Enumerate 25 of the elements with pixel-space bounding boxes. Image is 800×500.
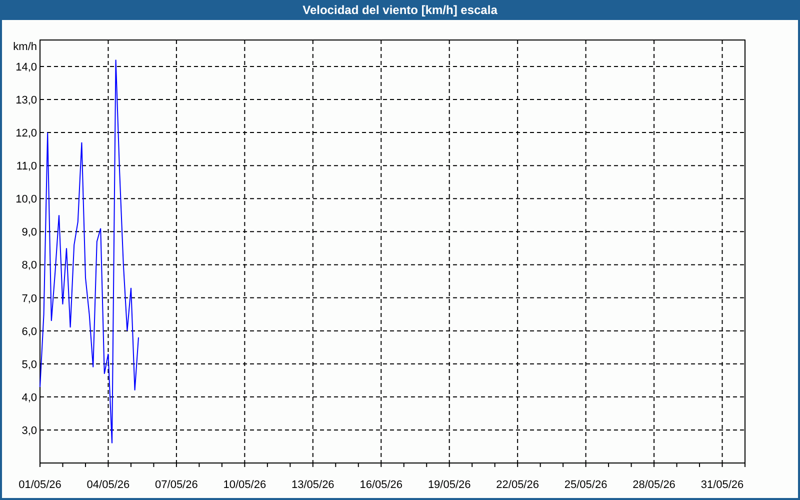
x-tick-label: 31/05/26 (700, 479, 744, 491)
y-tick-label: 9,0 (22, 226, 37, 239)
x-tick-label: 19/05/26 (428, 479, 471, 491)
x-tick-label: 16/05/26 (360, 479, 403, 491)
x-tick-label: 13/05/26 (292, 479, 334, 491)
y-tick-label: 3,0 (22, 424, 37, 437)
y-tick-label: 12,0 (16, 128, 37, 140)
x-tick-label: 28/05/26 (632, 479, 676, 491)
y-tick-label: 11,0 (16, 160, 37, 173)
y-tick-label: 13,0 (16, 94, 37, 106)
y-axis-label: km/h (13, 41, 37, 53)
x-tick-label: 04/05/26 (86, 479, 130, 491)
y-tick-label: 7,0 (22, 292, 37, 305)
y-tick-label: 10,0 (16, 194, 37, 206)
y-tick-label: 6,0 (22, 326, 37, 338)
y-tick-label: 8,0 (22, 260, 37, 272)
x-tick-label: 10/05/26 (223, 479, 266, 491)
y-tick-label: 4,0 (22, 392, 37, 404)
x-tick-label: 22/05/26 (496, 479, 539, 491)
x-tick-label: 25/05/26 (564, 479, 608, 491)
y-tick-label: 5,0 (22, 358, 37, 371)
y-tick-label: 14,0 (16, 61, 37, 74)
x-tick-label: 01/05/26 (18, 479, 62, 491)
title-bar: Velocidad del viento [km/h] escala (2, 0, 798, 20)
x-tick-label: 07/05/26 (155, 479, 198, 491)
